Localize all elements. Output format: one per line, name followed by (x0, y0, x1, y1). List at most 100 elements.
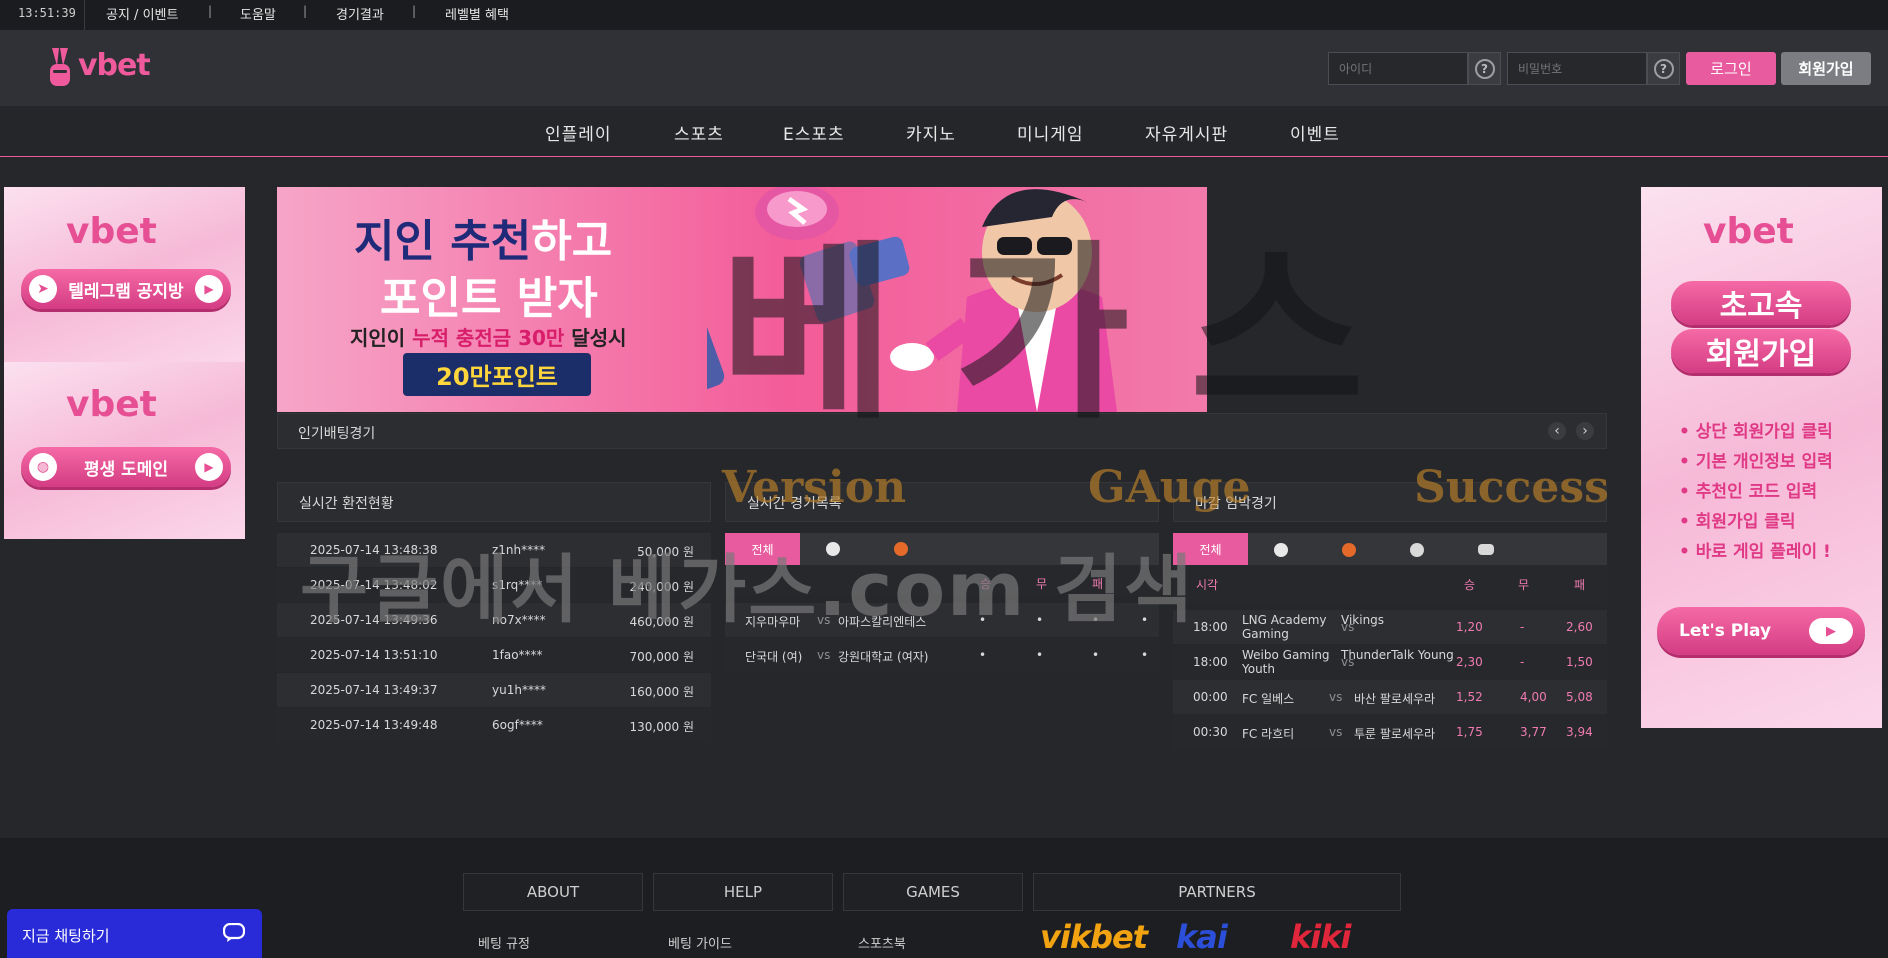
footer-link-sportsbook[interactable]: 스포츠북 (858, 933, 906, 952)
baseball-icon[interactable] (1410, 543, 1424, 557)
odds-win[interactable]: 2,30 (1456, 655, 1483, 669)
deadline-filter-all[interactable]: 전체 (1173, 533, 1248, 565)
deadline-games-title: 마감 임박경기 (1195, 496, 1277, 512)
odds-draw[interactable]: 3,77 (1520, 725, 1547, 739)
join-button[interactable]: 회원가입 (1781, 52, 1871, 85)
away-team: 투룬 팔로세우라 (1354, 727, 1436, 741)
odds-dot[interactable]: • (1092, 613, 1099, 627)
telegram-banner[interactable]: vbet ➤ 텔레그램 공지방 ▶ (4, 187, 245, 362)
col-draw: 무 (1518, 578, 1530, 592)
divider: | (208, 4, 213, 18)
exchange-row: 2025-07-14 13:49:48 6ogf**** 130,000 원 (277, 708, 711, 742)
odds-dot[interactable]: • (979, 613, 986, 627)
odds-draw[interactable]: - (1520, 620, 1524, 634)
next-arrow-icon[interactable]: › (1576, 422, 1594, 440)
footer-tab-about[interactable]: ABOUT (463, 873, 643, 911)
domain-banner[interactable]: vbet ◍ 평생 도메인 ▶ (4, 362, 245, 539)
soccer-ball-icon[interactable] (1274, 543, 1288, 557)
odds-dot[interactable]: • (1141, 648, 1148, 662)
odds-dot[interactable]: • (1141, 613, 1148, 627)
footer-link-betting-rules[interactable]: 베팅 규정 (478, 933, 530, 952)
password-input[interactable] (1507, 52, 1647, 85)
exchange-time: 2025-07-14 13:51:10 (310, 648, 438, 662)
basketball-icon[interactable] (894, 542, 908, 556)
lets-play-button[interactable]: Let's Play ▶ (1657, 607, 1865, 655)
odds-lose[interactable]: 5,08 (1566, 690, 1593, 704)
live-game-row[interactable]: 지우마우마 vs 아파스칼리엔테스 • • • • (725, 603, 1159, 637)
footer-link-betting-guide[interactable]: 베팅 가이드 (668, 933, 732, 952)
footer-tab-help[interactable]: HELP (653, 873, 833, 911)
nav-casino[interactable]: 카지노 (906, 120, 956, 145)
partner-logo-vikbet[interactable]: vikbet (1040, 918, 1148, 956)
nav-sports[interactable]: 스포츠 (674, 120, 724, 145)
vs-label: vs (817, 648, 831, 662)
partner-logo-kai[interactable]: kai (1176, 918, 1228, 956)
col-win: 승 (1464, 578, 1476, 592)
banner-logo: vbet (66, 384, 157, 425)
top-link-results[interactable]: 경기결과 (336, 4, 384, 23)
soccer-ball-icon[interactable] (826, 542, 840, 556)
nav-free-board[interactable]: 자유게시판 (1145, 120, 1228, 145)
signup-banner[interactable]: vbet 초고속 회원가입 • 상단 회원가입 클릭 • 기본 개인정보 입력 … (1641, 187, 1882, 728)
basketball-icon[interactable] (1342, 543, 1356, 557)
popular-bets-header (277, 413, 1607, 449)
divider: | (412, 4, 417, 18)
partner-logo-kiki[interactable]: kiki (1290, 918, 1351, 956)
odds-dot[interactable]: • (979, 648, 986, 662)
exchange-user: 6ogf**** (492, 718, 543, 732)
nav-minigame[interactable]: 미니게임 (1017, 120, 1084, 145)
odds-draw[interactable]: 4,00 (1520, 690, 1547, 704)
deadline-game-row[interactable]: 00:00 FC 일베스 vs 바산 팔로세우라 1,52 4,00 5,08 (1173, 680, 1607, 714)
col-win: 승 (980, 577, 992, 591)
deadline-game-row[interactable]: 18:00 LNG Academy Gaming vs Vikings 1,20-2,6… (1173, 610, 1607, 644)
id-help-button[interactable]: ? (1468, 52, 1501, 85)
nav-event[interactable]: 이벤트 (1290, 120, 1340, 145)
prev-arrow-icon[interactable]: ‹ (1548, 422, 1566, 440)
victory-hand-icon (50, 48, 70, 86)
nav-inplay[interactable]: 인플레이 (545, 120, 612, 145)
live-game-row[interactable]: 단국대 (여) vs 강원대학교 (여자) • • • • (725, 638, 1159, 672)
exchange-row: 2025-07-14 13:49:37 yu1h**** 160,000 원 (277, 673, 711, 707)
password-help-button[interactable]: ? (1647, 52, 1680, 85)
question-icon: ? (1474, 58, 1495, 79)
exchange-time: 2025-07-14 13:49:48 (310, 718, 438, 732)
odds-dot[interactable]: • (1036, 613, 1043, 627)
telegram-notice-button[interactable]: ➤ 텔레그램 공지방 ▶ (21, 269, 231, 309)
live-chat-button[interactable]: 지금 채팅하기 (7, 909, 262, 958)
odds-draw[interactable]: - (1520, 655, 1524, 669)
odds-dot[interactable]: • (1036, 648, 1043, 662)
odds-dot[interactable]: • (1092, 648, 1099, 662)
id-input[interactable] (1328, 52, 1468, 85)
away-team: 아파스칼리엔테스 (838, 615, 927, 629)
home-team: FC 일베스 (1242, 692, 1295, 706)
live-filter-all[interactable]: 전체 (725, 533, 800, 565)
odds-lose[interactable]: 2,60 (1566, 620, 1593, 634)
footer-tab-partners[interactable]: PARTNERS (1033, 873, 1401, 911)
banner-headline-2: 포인트 받자 (380, 273, 598, 324)
deadline-game-row[interactable]: 00:30 FC 라흐티 vs 투룬 팔로세우라 1,75 3,77 3,94 (1173, 715, 1607, 749)
nav-esports[interactable]: E스포츠 (783, 120, 845, 145)
logo-text: vbet (78, 48, 151, 83)
top-link-help[interactable]: 도움말 (240, 4, 276, 23)
banner-points-badge: 20만포인트 (403, 353, 591, 396)
odds-win[interactable]: 1,52 (1456, 690, 1483, 704)
lifetime-domain-button[interactable]: ◍ 평생 도메인 ▶ (21, 447, 231, 487)
deadline-game-row[interactable]: 18:00 Weibo Gaming Youth vs ThunderTalk You… (1173, 645, 1607, 679)
gamepad-icon[interactable] (1478, 544, 1494, 555)
login-button[interactable]: 로그인 (1686, 52, 1776, 85)
odds-win[interactable]: 1,75 (1456, 725, 1483, 739)
odds-lose[interactable]: 1,50 (1566, 655, 1593, 669)
home-team: 지우마우마 (745, 615, 801, 629)
footer-tab-games[interactable]: GAMES (843, 873, 1023, 911)
exchange-time: 2025-07-14 13:49:36 (310, 613, 438, 627)
question-icon: ? (1653, 58, 1674, 79)
telegram-notice-label: 텔레그램 공지방 (68, 281, 184, 302)
odds-win[interactable]: 1,20 (1456, 620, 1483, 634)
signup-step: • 바로 게임 플레이 ! (1679, 542, 1831, 562)
banner-logo: vbet (1703, 211, 1794, 252)
exchange-row: 2025-07-14 13:48:38 z1nh**** 50,000 원 (277, 533, 711, 567)
odds-lose[interactable]: 3,94 (1566, 725, 1593, 739)
top-link-notice[interactable]: 공지 / 이벤트 (106, 4, 178, 23)
away-team: 강원대학교 (여자) (838, 650, 929, 664)
top-link-level-benefits[interactable]: 레벨별 혜택 (445, 4, 509, 23)
